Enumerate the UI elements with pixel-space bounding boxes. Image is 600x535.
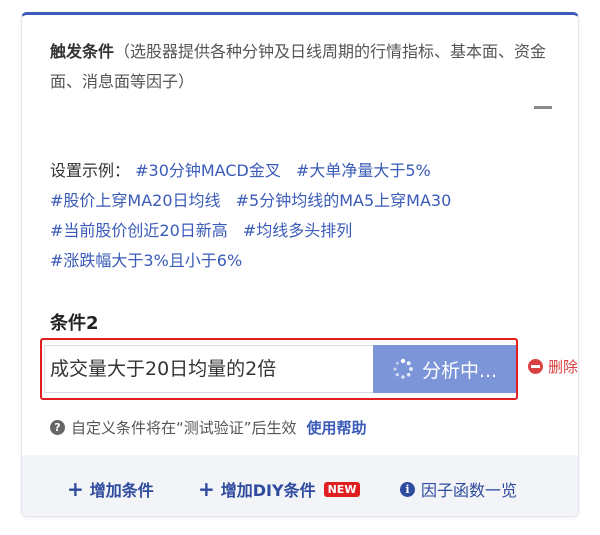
- delete-label: 删除: [548, 358, 579, 376]
- question-icon: ?: [50, 420, 65, 435]
- collapse-icon[interactable]: [534, 106, 552, 109]
- minus-circle-icon: [528, 359, 543, 374]
- add-diy-condition-button[interactable]: + 增加DIY条件 NEW: [198, 477, 361, 501]
- examples-label: 设置示例：: [50, 161, 131, 180]
- footer-bar: + 增加条件 + 增加DIY条件 NEW i 因子函数一览: [22, 455, 578, 516]
- add-condition-label: 增加条件: [89, 481, 154, 500]
- info-icon: i: [400, 481, 415, 497]
- hint-row: ? 自定义条件将在“测试验证”后生效 使用帮助: [50, 417, 367, 438]
- example-tag[interactable]: #当前股价创近20日新高: [50, 221, 228, 240]
- example-tag[interactable]: #涨跌幅大于3%且小于6%: [50, 251, 242, 270]
- example-tag[interactable]: #均线多头排列: [243, 221, 352, 240]
- condition-title: 条件2: [50, 313, 99, 334]
- plus-icon: +: [198, 477, 215, 501]
- help-link[interactable]: 使用帮助: [307, 417, 367, 438]
- factor-list-link[interactable]: i 因子函数一览: [400, 477, 517, 501]
- analyze-label: 分析中...: [421, 359, 498, 382]
- factor-list-label: 因子函数一览: [421, 481, 518, 500]
- new-badge: NEW: [323, 481, 361, 497]
- example-tag[interactable]: #大单净量大于5%: [296, 161, 431, 180]
- add-diy-label: 增加DIY条件: [220, 481, 316, 500]
- analyze-button[interactable]: 分析中...: [373, 345, 516, 393]
- trigger-desc-text: （选股器提供各种分钟及日线周期的行情指标、基本面、资金面、消息面等因子）: [50, 42, 547, 91]
- example-tag[interactable]: #股价上穿MA20日均线: [50, 191, 221, 210]
- trigger-card: 触发条件（选股器提供各种分钟及日线周期的行情指标、基本面、资金面、消息面等因子）…: [21, 12, 579, 517]
- example-tag[interactable]: #30分钟MACD金叉: [135, 161, 281, 180]
- add-condition-button[interactable]: + 增加条件: [67, 477, 154, 501]
- hint-text: 自定义条件将在“测试验证”后生效: [71, 419, 297, 437]
- plus-icon: +: [67, 477, 84, 501]
- example-tag[interactable]: #5分钟均线的MA5上穿MA30: [236, 191, 452, 210]
- delete-button[interactable]: 删除: [528, 356, 578, 377]
- condition-row-highlight: 成交量大于20日均量的2倍 分析中...: [40, 338, 518, 400]
- condition-input[interactable]: 成交量大于20日均量的2倍: [44, 345, 374, 393]
- trigger-title: 触发条件: [50, 42, 115, 61]
- examples-block: 设置示例： #30分钟MACD金叉 #大单净量大于5% #股价上穿MA20日均线…: [50, 156, 550, 276]
- spinner-icon: [393, 358, 413, 379]
- trigger-description: 触发条件（选股器提供各种分钟及日线周期的行情指标、基本面、资金面、消息面等因子）: [50, 37, 550, 97]
